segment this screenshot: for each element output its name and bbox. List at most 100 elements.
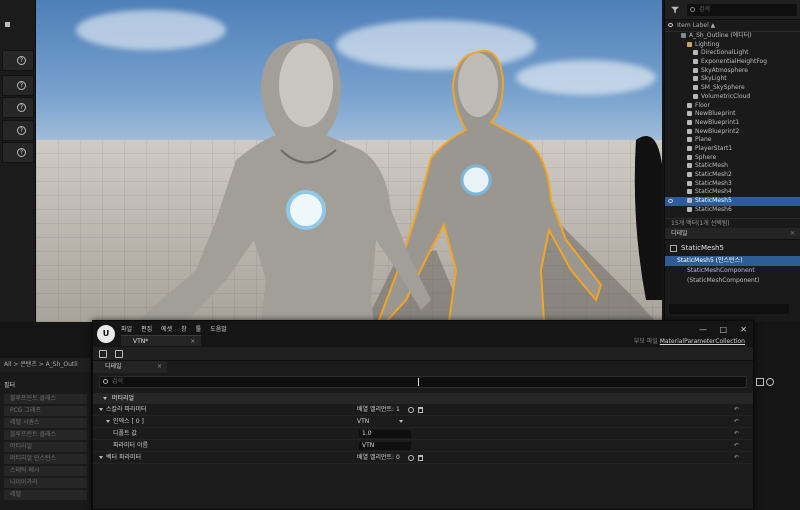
- add-element-icon[interactable]: [407, 406, 414, 413]
- outliner-row[interactable]: SM_SkySphere: [665, 84, 800, 93]
- outliner-row[interactable]: PlayerStart1: [665, 145, 800, 154]
- filter-item[interactable]: 머티리얼: [4, 442, 87, 452]
- chevron-down-icon[interactable]: [106, 420, 110, 423]
- chevron-down-icon[interactable]: [99, 456, 103, 459]
- light-icon: [693, 76, 698, 82]
- menu-item[interactable]: 파일: [121, 324, 132, 333]
- trash-icon[interactable]: [417, 454, 423, 461]
- parent-asset-link[interactable]: MaterialParameterCollection: [660, 338, 745, 345]
- breadcrumb[interactable]: All > 콘텐츠 > A_Sh_Outli: [0, 358, 91, 372]
- outliner-row-label: NewBlueprint1: [695, 118, 740, 126]
- outliner-row[interactable]: StaticMesh3: [665, 180, 800, 189]
- menu-item[interactable]: 편집: [141, 324, 152, 333]
- details-tab[interactable]: 디테일 ×: [665, 228, 800, 240]
- filter-item[interactable]: 머티리얼 인스턴스: [4, 454, 87, 464]
- outliner-row[interactable]: NewBlueprint2: [665, 128, 800, 137]
- outliner-row[interactable]: StaticMesh2: [665, 171, 800, 180]
- outliner-row[interactable]: Sphere: [665, 154, 800, 163]
- reset-to-default-icon[interactable]: ↶: [734, 452, 739, 464]
- property-name-label: 디폴트 값: [113, 430, 137, 437]
- filter-item[interactable]: 블루프린트 클래스: [4, 394, 87, 404]
- outliner-row[interactable]: NewBlueprint1: [665, 119, 800, 128]
- filter-item[interactable]: 스태틱 메시: [4, 466, 87, 476]
- table-view-icon[interactable]: [756, 378, 764, 386]
- outliner-row[interactable]: Plane: [665, 136, 800, 145]
- gear-icon[interactable]: [766, 378, 774, 386]
- maximize-icon[interactable]: □: [719, 325, 727, 334]
- outliner-row[interactable]: Lighting: [665, 41, 800, 50]
- save-icon[interactable]: [99, 350, 107, 358]
- reset-to-default-icon[interactable]: ↶: [734, 404, 739, 416]
- close-icon[interactable]: ×: [190, 338, 195, 345]
- outliner-row[interactable]: NewBlueprint: [665, 110, 800, 119]
- chevron-down-icon[interactable]: [99, 408, 103, 411]
- details-tab-label: 디테일: [105, 363, 122, 370]
- help-button[interactable]: ?: [2, 97, 34, 118]
- outliner-row[interactable]: SkyLight: [665, 75, 800, 84]
- filter-item[interactable]: 레벨 시퀀스: [4, 418, 87, 428]
- help-icon: ?: [17, 148, 26, 157]
- mesh-icon: [687, 137, 692, 143]
- property-row: 파라미터 이름 VTN ↶: [93, 440, 753, 452]
- level-viewport[interactable]: [36, 0, 662, 322]
- filter-item[interactable]: 블루프린트 클래스: [4, 430, 87, 440]
- mesh-icon: [687, 163, 692, 169]
- outliner-row[interactable]: SkyAtmosphere: [665, 67, 800, 76]
- add-element-icon[interactable]: [407, 454, 414, 461]
- outliner-row[interactable]: ExponentialHeightFog: [665, 58, 800, 67]
- outliner-row[interactable]: Floor: [665, 102, 800, 111]
- outliner-row[interactable]: DirectionalLight: [665, 49, 800, 58]
- outliner-search-input[interactable]: 검색: [687, 4, 797, 16]
- outliner-row[interactable]: VolumetricCloud: [665, 93, 800, 102]
- component-tree-item[interactable]: StaticMeshComponent (StaticMeshComponent…: [665, 266, 800, 284]
- outliner-row-label: Plane: [695, 136, 712, 144]
- help-button[interactable]: ?: [2, 120, 34, 141]
- category-header[interactable]: 머티리얼: [93, 393, 753, 404]
- menu-item[interactable]: 도움말: [210, 324, 227, 333]
- help-button[interactable]: ?: [2, 75, 34, 96]
- outliner-row[interactable]: StaticMesh4: [665, 188, 800, 197]
- reset-to-default-icon[interactable]: ↶: [734, 416, 739, 428]
- details-object-title: StaticMesh5: [665, 240, 800, 256]
- menu-item[interactable]: 툴: [196, 324, 202, 333]
- outliner-row[interactable]: A_Sh_Outline (에디터): [665, 32, 800, 41]
- property-dropdown[interactable]: VTN: [357, 416, 406, 428]
- close-window-icon[interactable]: ✕: [740, 325, 747, 334]
- property-value-input[interactable]: 1.0: [359, 430, 411, 438]
- property-name: 인덱스 [ 0 ]: [106, 416, 144, 428]
- visibility-eye-icon[interactable]: [668, 23, 673, 27]
- minimize-icon[interactable]: —: [699, 325, 707, 334]
- filter-item[interactable]: 나이아가라: [4, 478, 87, 488]
- help-button[interactable]: ?: [2, 50, 34, 71]
- outliner-row-label: NewBlueprint2: [695, 127, 740, 135]
- reset-to-default-icon[interactable]: ↶: [734, 428, 739, 440]
- property-value-input[interactable]: VTN: [359, 442, 411, 450]
- asset-tab[interactable]: VTN* ×: [121, 335, 202, 346]
- outliner-row[interactable]: StaticMesh6: [665, 206, 800, 215]
- filter-item[interactable]: PCG 그래프: [4, 406, 87, 416]
- help-button[interactable]: ?: [2, 142, 34, 163]
- filter-item[interactable]: 레벨: [4, 490, 87, 500]
- trash-icon[interactable]: [417, 406, 423, 413]
- details-search-input[interactable]: [669, 304, 789, 314]
- outliner-row-label: StaticMesh4: [695, 188, 732, 196]
- filter-title: 필터: [4, 382, 16, 389]
- filter-icon[interactable]: [671, 6, 679, 14]
- browse-icon[interactable]: [115, 350, 123, 358]
- reset-to-default-icon[interactable]: ↶: [734, 440, 739, 452]
- visibility-eye-icon[interactable]: [668, 199, 673, 204]
- outliner-row[interactable]: StaticMesh5: [665, 197, 800, 206]
- details-search-input[interactable]: 검색: [99, 376, 774, 388]
- close-icon[interactable]: ×: [157, 361, 162, 373]
- property-value: VTN: [357, 418, 370, 425]
- outliner-column-header[interactable]: Item Label ▲: [665, 20, 800, 32]
- menu-item[interactable]: 창: [181, 324, 187, 333]
- outliner-row-label: SkyAtmosphere: [701, 66, 748, 74]
- help-icon: ?: [17, 126, 26, 135]
- component-tree-root[interactable]: StaticMesh5 (인스턴스): [665, 256, 800, 266]
- editor-toolbar: [93, 347, 753, 361]
- menu-item[interactable]: 에셋: [161, 324, 172, 333]
- details-tab[interactable]: 디테일 ×: [93, 361, 167, 373]
- close-icon[interactable]: ×: [790, 228, 795, 240]
- outliner-row[interactable]: StaticMesh: [665, 162, 800, 171]
